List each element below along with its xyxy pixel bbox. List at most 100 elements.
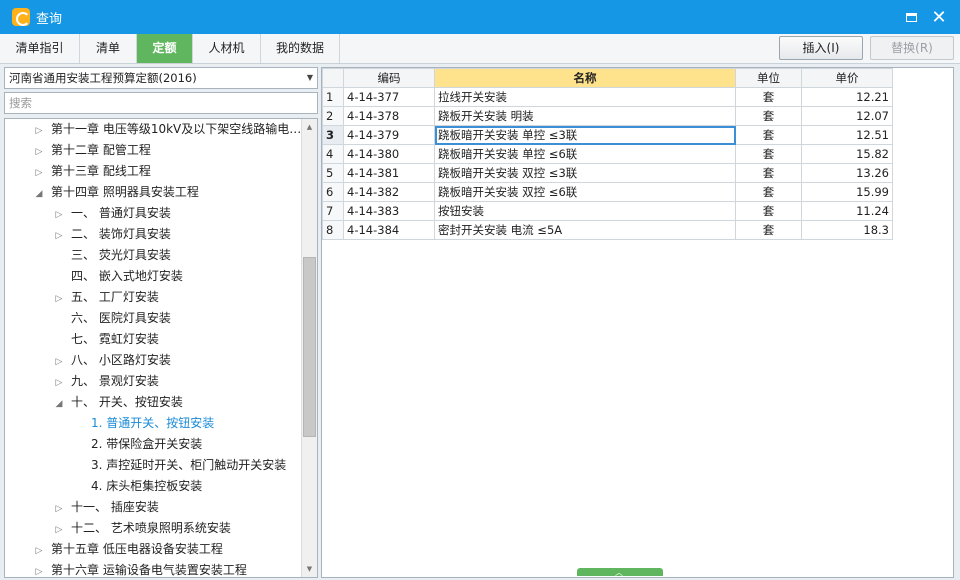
tree-item[interactable]: ▷ 十一、 插座安装: [5, 497, 159, 518]
cell-price[interactable]: 15.82: [801, 144, 893, 164]
tree-item[interactable]: ▷ 九、 景观灯安装: [5, 371, 159, 392]
cell-price[interactable]: 13.26: [801, 163, 893, 183]
collapsed-arrow-icon[interactable]: ▷: [53, 226, 65, 247]
cell-unit[interactable]: 套: [735, 87, 802, 107]
tree-item[interactable]: 2. 带保险盒开关安装: [5, 434, 202, 455]
replace-button[interactable]: 替换(R): [870, 36, 954, 60]
tree-item[interactable]: 3. 声控延时开关、柜门触动开关安装: [5, 455, 286, 476]
row-index[interactable]: 8: [322, 220, 344, 240]
cell-unit[interactable]: 套: [735, 125, 802, 145]
maximize-button[interactable]: [896, 0, 926, 34]
cell-name[interactable]: 按钮安装: [434, 201, 736, 221]
cell-name[interactable]: 跷板暗开关安装 单控 ≤6联: [434, 144, 736, 164]
tree-item[interactable]: 1. 普通开关、按钮安装: [5, 413, 214, 434]
tab-my-data[interactable]: 我的数据: [261, 34, 340, 63]
tree-item[interactable]: 4. 床头柜集控板安装: [5, 476, 202, 497]
tree-item[interactable]: 七、 霓虹灯安装: [5, 329, 159, 350]
cell-name[interactable]: 跷板暗开关安装 双控 ≤6联: [434, 182, 736, 202]
cell-code[interactable]: 4-14-380: [343, 144, 435, 164]
tree-item[interactable]: ▷ 第十六章 运输设备电气装置安装工程: [5, 560, 247, 577]
tab-list-guide[interactable]: 清单指引: [0, 34, 80, 63]
cell-unit[interactable]: 套: [735, 106, 802, 126]
collapsed-arrow-icon[interactable]: ▷: [33, 121, 45, 142]
collapsed-arrow-icon[interactable]: ▷: [33, 562, 45, 577]
cell-code[interactable]: 4-14-383: [343, 201, 435, 221]
cell-unit[interactable]: 套: [735, 144, 802, 164]
cell-unit[interactable]: 套: [735, 182, 802, 202]
tab-quota[interactable]: 定额: [137, 34, 193, 63]
tree-item[interactable]: ▷ 五、 工厂灯安装: [5, 287, 159, 308]
expanded-arrow-icon[interactable]: ◢: [33, 184, 45, 205]
row-index[interactable]: 5: [322, 163, 344, 183]
expanded-arrow-icon[interactable]: ◢: [53, 394, 65, 415]
cell-code[interactable]: 4-14-381: [343, 163, 435, 183]
cell-price[interactable]: 11.24: [801, 201, 893, 221]
row-index[interactable]: 6: [322, 182, 344, 202]
search-input[interactable]: 搜索: [4, 92, 318, 114]
insert-button[interactable]: 插入(I): [779, 36, 863, 60]
cell-price[interactable]: 12.07: [801, 106, 893, 126]
tree-item[interactable]: ▷ 八、 小区路灯安装: [5, 350, 171, 371]
tree-item[interactable]: ◢ 第十四章 照明器具安装工程: [5, 182, 199, 203]
row-index[interactable]: 3: [322, 125, 344, 145]
cell-price[interactable]: 12.21: [801, 87, 893, 107]
tree-item[interactable]: ▷ 十二、 艺术喷泉照明系统安装: [5, 518, 231, 539]
tab-labor-material-machine[interactable]: 人材机: [193, 34, 261, 63]
close-button[interactable]: ✕: [924, 0, 954, 34]
table-row[interactable]: 2 4-14-378 跷板开关安装 明装套 12.07: [322, 106, 893, 126]
tree-item[interactable]: ▷ 第十一章 电压等级10kV及以下架空线路输电…: [5, 119, 302, 142]
tree-item[interactable]: ▷ 第十二章 配管工程: [5, 140, 151, 161]
header-price[interactable]: 单价: [801, 68, 893, 88]
cell-code[interactable]: 4-14-378: [343, 106, 435, 126]
tab-list[interactable]: 清单: [80, 34, 137, 63]
tree-item[interactable]: 六、 医院灯具安装: [5, 308, 171, 329]
tree-scrollbar[interactable]: ▲ ▼: [301, 119, 317, 577]
row-index[interactable]: 2: [322, 106, 344, 126]
cell-name[interactable]: 密封开关安装 电流 ≤5A: [434, 220, 736, 240]
scroll-down-icon[interactable]: ▼: [302, 561, 317, 577]
tree-item[interactable]: ▷ 第十五章 低压电器设备安装工程: [5, 539, 223, 560]
cell-name[interactable]: 拉线开关安装: [434, 87, 736, 107]
row-index[interactable]: 4: [322, 144, 344, 164]
row-index[interactable]: 1: [322, 87, 344, 107]
table-row[interactable]: 4 4-14-380 跷板暗开关安装 单控 ≤6联套 15.82: [322, 144, 893, 164]
collapsed-arrow-icon[interactable]: ▷: [53, 289, 65, 310]
header-code[interactable]: 编码: [343, 68, 435, 88]
collapsed-arrow-icon[interactable]: ▷: [53, 205, 65, 226]
cell-code[interactable]: 4-14-377: [343, 87, 435, 107]
header-unit[interactable]: 单位: [735, 68, 802, 88]
cell-price[interactable]: 18.3: [801, 220, 893, 240]
row-index[interactable]: 7: [322, 201, 344, 221]
tree-item[interactable]: 三、 荧光灯具安装: [5, 245, 171, 266]
cell-code[interactable]: 4-14-379: [343, 125, 435, 145]
tree-item[interactable]: ▷ 二、 装饰灯具安装: [5, 224, 171, 245]
cell-price[interactable]: 12.51: [801, 125, 893, 145]
table-row[interactable]: 5 4-14-381 跷板暗开关安装 双控 ≤3联套 13.26: [322, 163, 893, 183]
table-row[interactable]: 3 4-14-379 跷板暗开关安装 单控 ≤3联套 12.51: [322, 125, 893, 145]
cell-name[interactable]: 跷板开关安装 明装: [434, 106, 736, 126]
cell-unit[interactable]: 套: [735, 201, 802, 221]
scroll-thumb[interactable]: [303, 257, 316, 437]
table-row[interactable]: 1 4-14-377 拉线开关安装套 12.21: [322, 87, 893, 107]
collapsed-arrow-icon[interactable]: ▷: [53, 499, 65, 520]
cell-code[interactable]: 4-14-384: [343, 220, 435, 240]
collapsed-arrow-icon[interactable]: ▷: [33, 163, 45, 184]
scroll-up-icon[interactable]: ▲: [302, 119, 317, 135]
cell-code[interactable]: 4-14-382: [343, 182, 435, 202]
table-row[interactable]: 7 4-14-383 按钮安装套 11.24: [322, 201, 893, 221]
collapsed-arrow-icon[interactable]: ▷: [53, 352, 65, 373]
cell-unit[interactable]: 套: [735, 220, 802, 240]
tree-item[interactable]: ▷ 第十三章 配线工程: [5, 161, 151, 182]
quota-library-select[interactable]: 河南省通用安装工程预算定额(2016) ▼: [4, 67, 318, 89]
collapsed-arrow-icon[interactable]: ▷: [53, 520, 65, 541]
cell-name[interactable]: 跷板暗开关安装 单控 ≤3联: [434, 125, 736, 145]
header-name[interactable]: 名称: [434, 68, 736, 88]
cell-unit[interactable]: 套: [735, 163, 802, 183]
collapse-handle[interactable]: ︿: [577, 568, 663, 577]
tree-item[interactable]: ▷ 一、 普通灯具安装: [5, 203, 171, 224]
collapsed-arrow-icon[interactable]: ▷: [53, 373, 65, 394]
collapsed-arrow-icon[interactable]: ▷: [33, 142, 45, 163]
table-row[interactable]: 8 4-14-384 密封开关安装 电流 ≤5A 套 18.3: [322, 220, 893, 240]
cell-price[interactable]: 15.99: [801, 182, 893, 202]
cell-name[interactable]: 跷板暗开关安装 双控 ≤3联: [434, 163, 736, 183]
